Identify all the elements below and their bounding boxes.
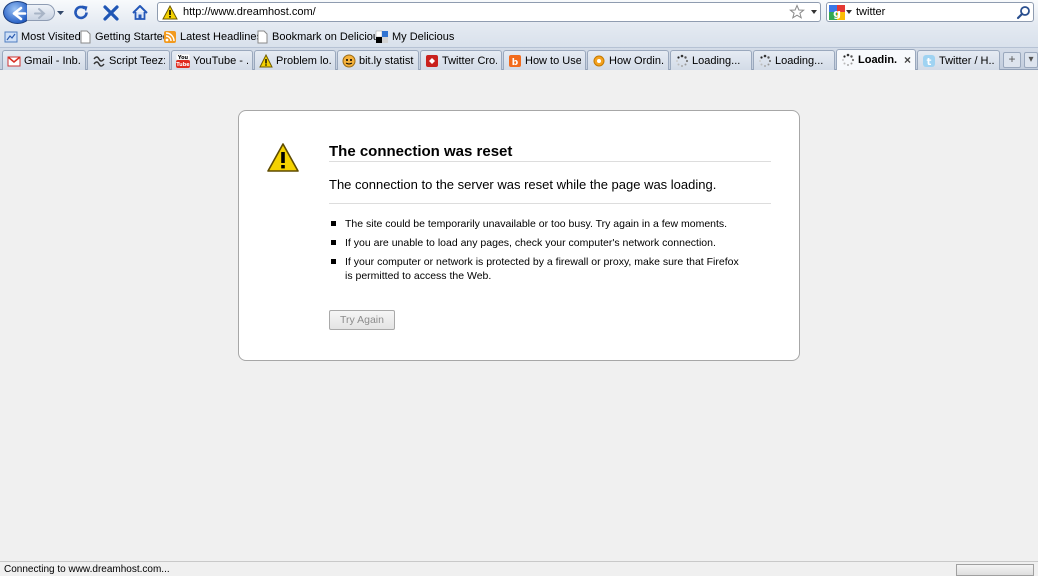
page-icon [257, 30, 268, 44]
tab-twitter-home[interactable]: t Twitter / H... [917, 50, 1000, 70]
red-square-icon [426, 54, 438, 67]
script-teez-icon [93, 55, 105, 67]
rss-icon [164, 31, 176, 43]
new-tab-button[interactable]: + [1003, 52, 1021, 68]
list-item: The site could be temporarily unavailabl… [329, 217, 749, 231]
tab-loading-2[interactable]: Loading... [753, 50, 835, 70]
try-again-button[interactable]: Try Again [329, 310, 395, 330]
home-icon[interactable] [130, 3, 150, 23]
bookmark-label: My Delicious [392, 31, 455, 43]
list-item: If you are unable to load any pages, che… [329, 236, 749, 250]
tab-label: Twitter / H... [939, 54, 995, 67]
bookmarks-toolbar: Most Visited Getting Started Latest Head… [0, 26, 1038, 48]
tab-close-icon[interactable]: × [900, 53, 911, 67]
list-item: If your computer or network is protected… [329, 255, 749, 283]
tab-strip: Gmail - Inb... Script Teez:... You Tube … [0, 48, 1038, 70]
error-description: The connection to the server was reset w… [329, 177, 717, 192]
tab-label: YouTube - ... [193, 54, 248, 67]
tab-problem-loading[interactable]: Problem lo... [254, 50, 336, 70]
tab-how-ordin[interactable]: How Ordin... [587, 50, 669, 70]
tab-twitter-cro[interactable]: Twitter Cro... [420, 50, 502, 70]
url-bar[interactable]: http://www.dreamhost.com/ [157, 2, 821, 22]
tab-label: Loadin... [858, 54, 897, 66]
tab-bitly[interactable]: bit.ly statist... [337, 50, 419, 70]
url-dropdown-icon[interactable] [810, 8, 818, 16]
bookmark-label: Latest Headlines [180, 31, 262, 43]
bookmark-label: Most Visited [21, 31, 81, 43]
error-container: The connection was reset The connection … [238, 110, 800, 361]
tab-label: Twitter Cro... [442, 54, 497, 67]
tab-label: Problem lo... [276, 54, 331, 67]
back-forward-cluster [3, 1, 65, 24]
tab-how-to-use[interactable]: b How to Use... [503, 50, 586, 70]
error-title: The connection was reset [329, 143, 513, 160]
page-content: The connection was reset The connection … [0, 70, 1038, 561]
bitly-icon [342, 54, 356, 67]
tab-label: bit.ly statist... [359, 54, 414, 67]
title-divider [329, 161, 771, 162]
tab-label: Script Teez:... [109, 54, 165, 67]
svg-text:Tube: Tube [176, 62, 190, 68]
bookmark-star-icon[interactable] [789, 4, 805, 20]
bookmark-getting-started[interactable]: Getting Started [78, 29, 169, 45]
description-divider [329, 203, 771, 204]
page-icon [80, 30, 91, 44]
loading-icon [842, 53, 855, 66]
reload-icon[interactable] [71, 3, 91, 23]
search-input[interactable]: twitter [856, 5, 885, 19]
loading-icon [676, 54, 689, 67]
svg-text:t: t [927, 57, 932, 68]
twitter-icon: t [923, 54, 935, 68]
tab-script-teez[interactable]: Script Teez:... [87, 50, 170, 70]
tab-label: Loading... [775, 54, 824, 67]
tab-label: How to Use... [525, 54, 581, 67]
tab-label: Loading... [692, 54, 741, 67]
tab-label: How Ordin... [609, 54, 664, 67]
bookmark-latest-headlines[interactable]: Latest Headlines [163, 29, 262, 45]
bookmark-label: Bookmark on Delicious [272, 31, 385, 43]
tab-loading-1[interactable]: Loading... [670, 50, 752, 70]
svg-text:g: g [833, 7, 841, 20]
tab-gmail[interactable]: Gmail - Inb... [2, 50, 86, 70]
forward-button[interactable] [27, 4, 55, 21]
bookmark-my-delicious[interactable]: My Delicious [375, 29, 454, 45]
stop-icon[interactable] [101, 3, 121, 23]
orange-circle-icon [593, 55, 605, 66]
most-visited-icon [4, 31, 18, 43]
warning-icon [267, 143, 299, 172]
navigation-toolbar: http://www.dreamhost.com/ g twitter [0, 0, 1038, 26]
engine-dropdown-icon[interactable] [846, 10, 852, 15]
status-text: Connecting to www.dreamhost.com... [4, 564, 170, 575]
bookmark-label: Getting Started [95, 31, 169, 43]
bookmark-most-visited[interactable]: Most Visited [4, 29, 81, 45]
url-text[interactable]: http://www.dreamhost.com/ [183, 5, 316, 19]
tab-loading-active[interactable]: Loadin... × [836, 49, 916, 70]
orange-square-icon: b [509, 54, 521, 68]
forward-arrow-icon [34, 8, 46, 19]
search-bar[interactable]: g twitter [826, 2, 1034, 22]
tab-list-button[interactable]: ▾ [1024, 52, 1038, 68]
loading-icon [759, 54, 772, 67]
gmail-icon [7, 55, 21, 66]
error-suggestion-list: The site could be temporarily unavailabl… [329, 217, 749, 288]
progress-meter [956, 564, 1034, 576]
history-dropdown-icon[interactable] [56, 6, 65, 18]
tab-label: Gmail - Inb... [24, 54, 81, 67]
svg-text:b: b [512, 58, 519, 68]
status-bar: Connecting to www.dreamhost.com... [0, 561, 1038, 576]
youtube-icon: You Tube [176, 53, 190, 68]
site-warning-icon[interactable] [162, 5, 178, 20]
search-magnifier-icon[interactable] [1016, 5, 1031, 20]
bookmark-delicious[interactable]: Bookmark on Delicious [255, 29, 385, 45]
warning-icon [259, 53, 273, 67]
delicious-icon [375, 30, 388, 43]
tab-youtube[interactable]: You Tube YouTube - ... [171, 50, 253, 70]
google-search-engine-icon[interactable]: g [829, 5, 845, 20]
